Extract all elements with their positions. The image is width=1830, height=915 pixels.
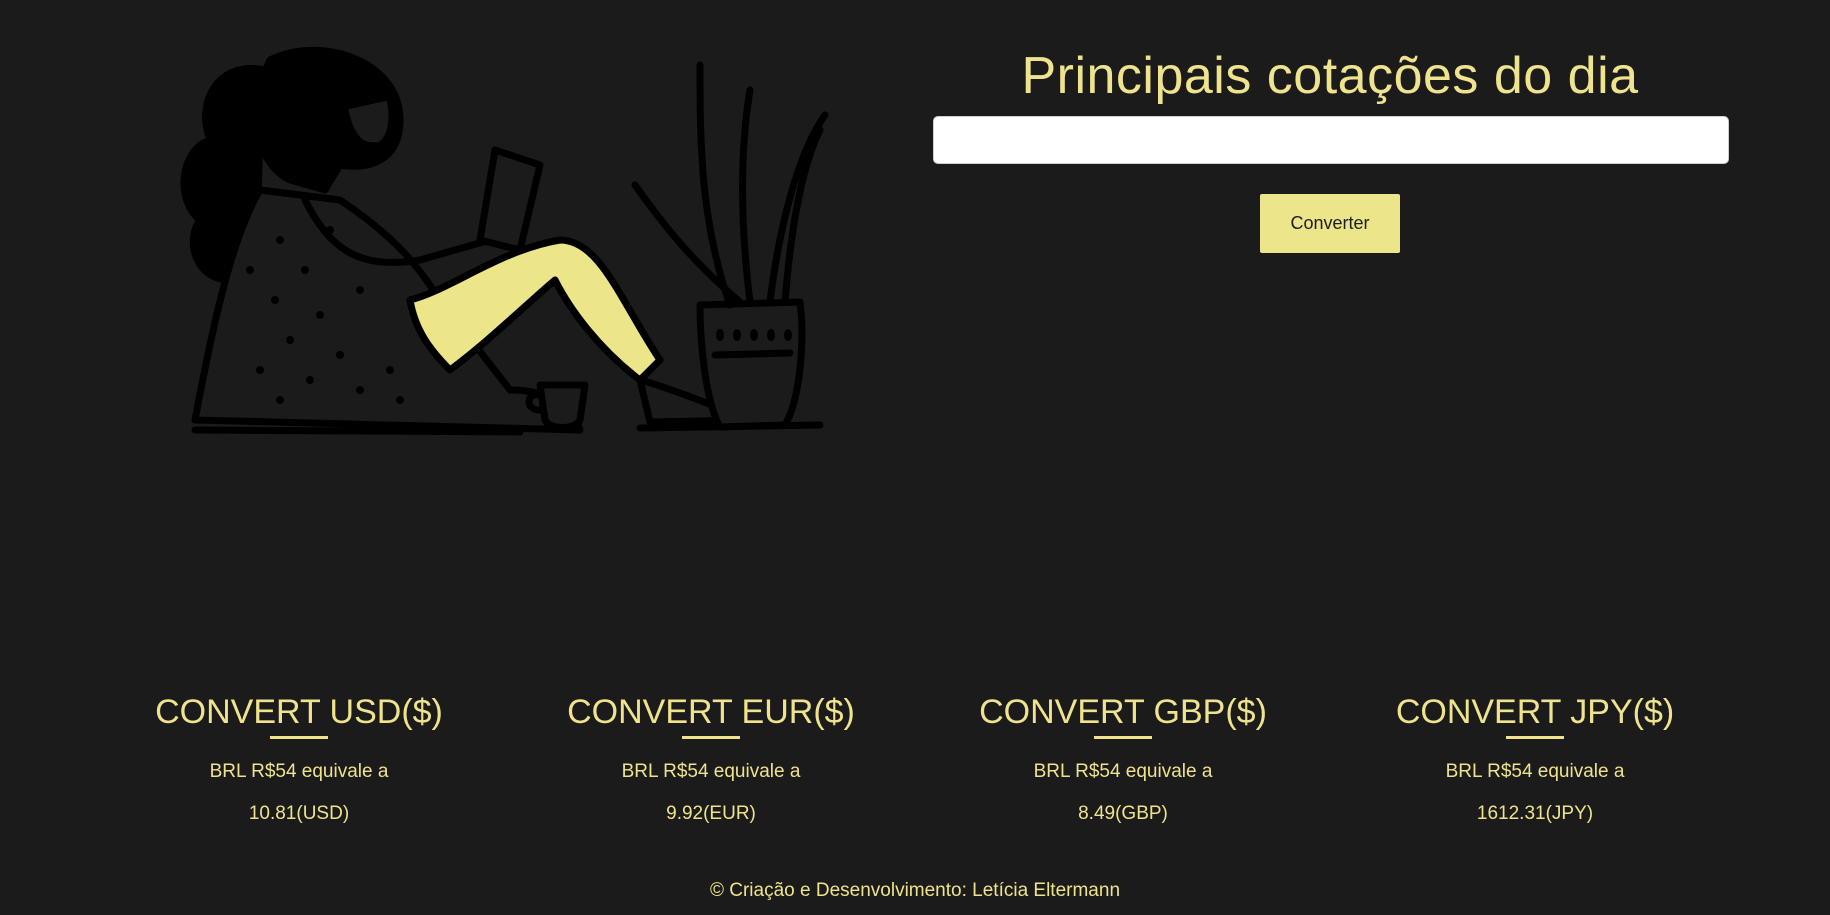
currency-cards: CONVERT USD($) BRL R$54 equivale a 10.81… (0, 688, 1830, 828)
currency-card-gbp: CONVERT GBP($) BRL R$54 equivale a 8.49(… (963, 688, 1283, 835)
currency-card-jpy: CONVERT JPY($) BRL R$54 equivale a 1612.… (1375, 688, 1695, 835)
page-title: Principais cotações do dia (1021, 47, 1639, 105)
footer-credit: © Criação e Desenvolvimento: Letícia Elt… (709, 880, 1121, 901)
card-text: BRL R$54 equivale a (1445, 761, 1625, 782)
card-underline (1094, 736, 1152, 739)
card-underline (270, 736, 328, 739)
card-title: CONVERT GBP($) (979, 693, 1267, 731)
card-underline (682, 736, 740, 739)
card-text: BRL R$54 equivale a (1033, 761, 1213, 782)
card-value: 10.81(USD) (248, 803, 350, 824)
currency-card-usd: CONVERT USD($) BRL R$54 equivale a 10.81… (139, 688, 459, 835)
card-value: 8.49(GBP) (1078, 803, 1168, 824)
card-title: CONVERT JPY($) (1395, 693, 1675, 731)
card-title: CONVERT USD($) (155, 693, 443, 731)
convert-button[interactable]: Converter (1260, 194, 1400, 253)
card-text: BRL R$54 equivale a (209, 761, 389, 782)
card-title: CONVERT EUR($) (567, 693, 855, 731)
woman-reading-illustration (180, 46, 829, 436)
card-value: 1612.31(JPY) (1476, 803, 1594, 824)
amount-input[interactable] (933, 116, 1729, 164)
currency-card-eur: CONVERT EUR($) BRL R$54 equivale a 9.92(… (551, 688, 871, 835)
card-text: BRL R$54 equivale a (621, 761, 801, 782)
card-value: 9.92(EUR) (666, 803, 756, 824)
converter-section: Principais cotações do dia Converter (930, 40, 1730, 253)
page: Principais cotações do dia Converter CON… (0, 0, 1830, 915)
card-underline (1506, 736, 1564, 739)
